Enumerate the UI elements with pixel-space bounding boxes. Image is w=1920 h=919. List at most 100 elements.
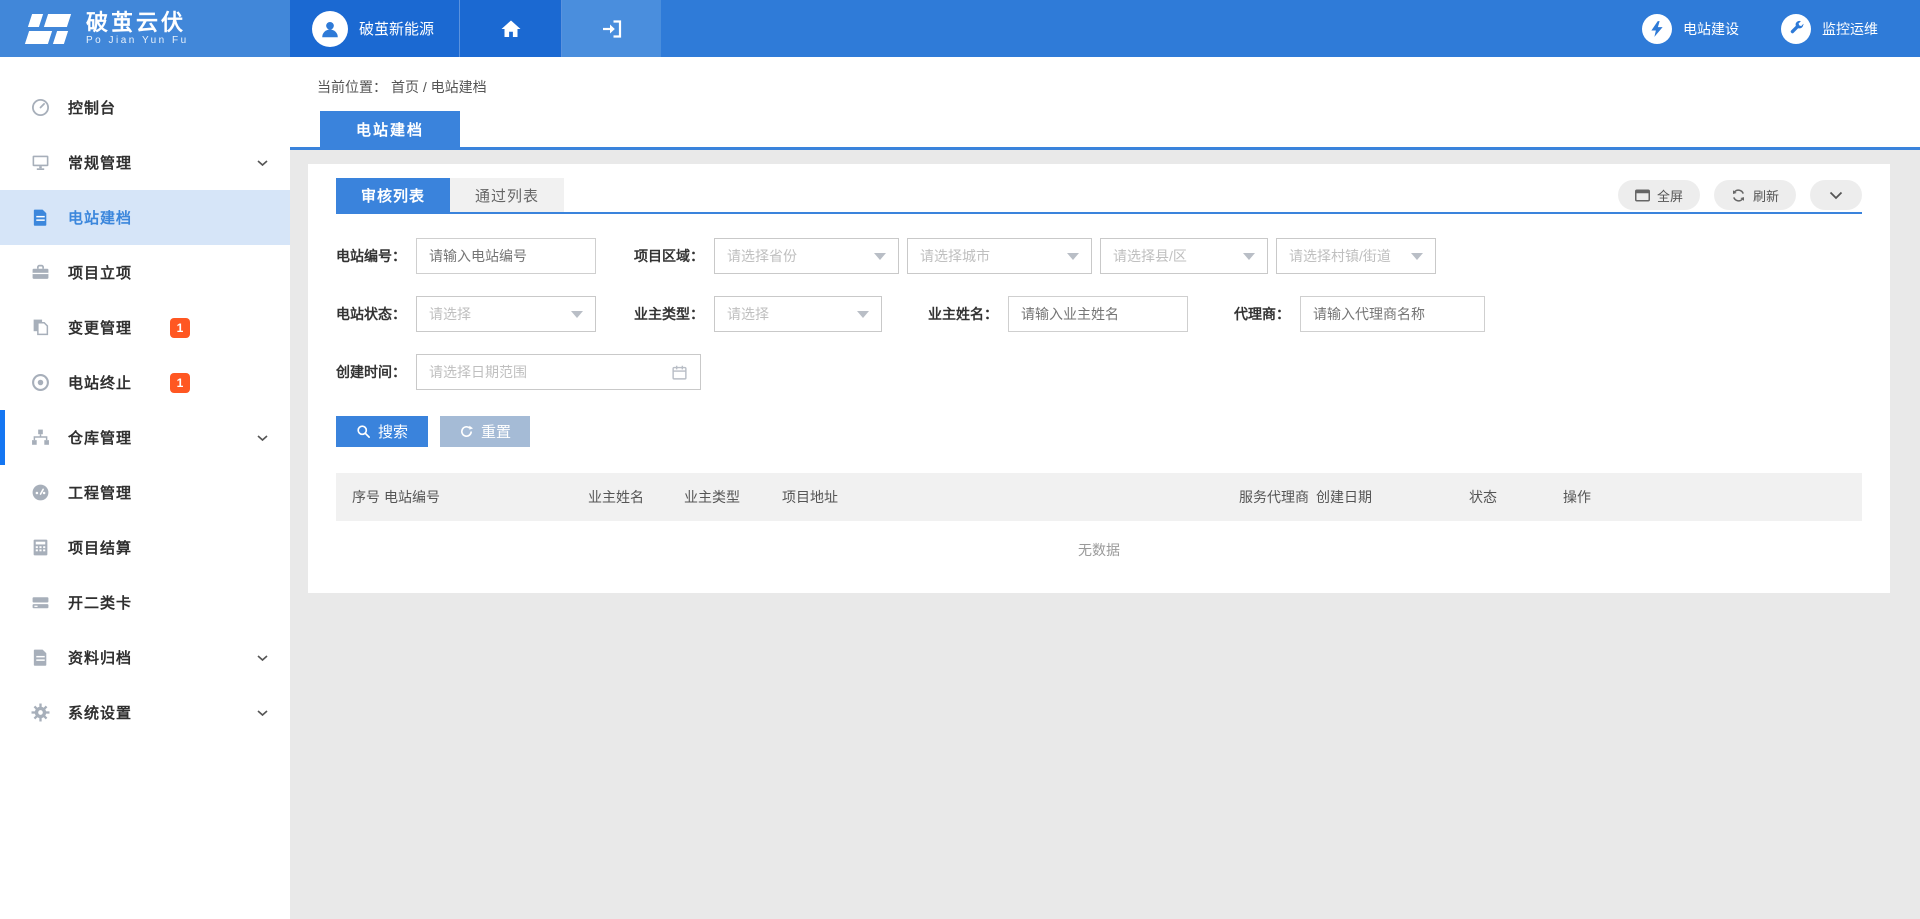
sidebar-item-station-archive[interactable]: 电站建档	[0, 190, 290, 245]
owner-name-input[interactable]	[1008, 296, 1188, 332]
sidebar-item-warehouse-mgmt[interactable]: 仓库管理	[0, 410, 290, 465]
user-menu[interactable]: 破茧新能源	[290, 0, 460, 57]
sidebar-item-engineering-mgmt[interactable]: 工程管理	[0, 465, 290, 520]
date-range-input[interactable]: 请选择日期范围	[416, 354, 701, 390]
top-bar: 破茧云伏 Po Jian Yun Fu 破茧新能源 电站建设 监控运维	[0, 0, 1920, 57]
dashboard-icon	[30, 98, 50, 118]
caret-down-icon	[857, 311, 869, 318]
active-indicator	[0, 410, 5, 465]
file-icon	[30, 648, 50, 668]
brand-name-cn: 破茧云伏	[86, 11, 189, 35]
col-index: 序号	[352, 487, 384, 507]
chevron-down-icon	[257, 709, 268, 716]
city-select[interactable]: 请选择城市	[907, 238, 1092, 274]
sidebar-item-project-initiation[interactable]: 项目立项 1	[0, 245, 290, 300]
sidebar-item-general-mgmt[interactable]: 常规管理	[0, 135, 290, 190]
breadcrumb-prefix: 当前位置：	[317, 79, 387, 95]
brand-logo: 破茧云伏 Po Jian Yun Fu	[0, 0, 290, 57]
fullscreen-icon	[1635, 189, 1650, 202]
empty-state: 无数据	[336, 521, 1862, 579]
document-icon	[30, 208, 50, 228]
town-select[interactable]: 请选择村镇/街道	[1276, 238, 1436, 274]
table-header: 序号 电站编号 业主姓名 业主类型 项目地址 服务代理商 创建日期 状态 操作	[336, 473, 1862, 521]
refresh-button[interactable]: 刷新	[1714, 180, 1796, 210]
calculator-icon	[30, 538, 50, 558]
wrench-icon	[1788, 20, 1805, 37]
created-time-label: 创建时间：	[336, 362, 406, 382]
nav-monitor-ops[interactable]: 监控运维	[1781, 14, 1878, 44]
search-button[interactable]: 搜索	[336, 416, 428, 447]
caret-down-icon	[874, 253, 886, 260]
copy-icon	[30, 318, 50, 338]
col-actions: 操作	[1563, 487, 1862, 507]
col-created-date: 创建日期	[1316, 487, 1469, 507]
home-icon	[499, 17, 523, 41]
reset-button[interactable]: 重置	[440, 416, 530, 447]
search-icon	[356, 424, 371, 439]
tab-review-list[interactable]: 审核列表	[336, 178, 450, 212]
page-tab-station-archive[interactable]: 电站建档	[320, 111, 460, 147]
avatar	[312, 11, 348, 47]
sidebar-item-change-mgmt[interactable]: 变更管理 1	[0, 300, 290, 355]
logout-icon	[600, 17, 624, 41]
sidebar-item-station-termination[interactable]: 电站终止 1	[0, 355, 290, 410]
caret-down-icon	[571, 311, 583, 318]
owner-type-select[interactable]: 请选择	[714, 296, 882, 332]
sidebar-item-project-settlement[interactable]: 项目结算	[0, 520, 290, 575]
chevron-down-icon	[1829, 191, 1843, 200]
col-project-address: 项目地址	[782, 487, 1239, 507]
caret-down-icon	[1067, 253, 1079, 260]
col-status: 状态	[1469, 487, 1563, 507]
chevron-down-icon	[257, 654, 268, 661]
sidebar: 控制台 常规管理 电站建档 项目立项 1	[0, 57, 290, 919]
region-label: 项目区域：	[634, 246, 704, 266]
col-service-agent: 服务代理商	[1239, 487, 1316, 507]
sidebar-item-open-card[interactable]: 开二类卡	[0, 575, 290, 630]
chevron-down-icon	[257, 434, 268, 441]
col-owner-type: 业主类型	[684, 487, 782, 507]
owner-name-label: 业主姓名：	[928, 304, 998, 324]
sidebar-item-console[interactable]: 控制台	[0, 80, 290, 135]
breadcrumb-strip: 当前位置：首页 / 电站建档 电站建档	[290, 57, 1920, 150]
nav-station-build-label: 电站建设	[1683, 19, 1739, 39]
collapse-button[interactable]	[1810, 180, 1862, 210]
col-owner-name: 业主姓名	[588, 487, 684, 507]
province-select[interactable]: 请选择省份	[714, 238, 899, 274]
fullscreen-button[interactable]: 全屏	[1618, 180, 1700, 210]
badge: 1	[170, 373, 190, 393]
lightning-icon	[1648, 20, 1666, 38]
calendar-icon	[671, 364, 688, 381]
user-icon	[319, 18, 341, 40]
county-select[interactable]: 请选择县/区	[1100, 238, 1268, 274]
logout-button[interactable]	[562, 0, 661, 57]
agent-label: 代理商：	[1234, 304, 1290, 324]
sidebar-item-data-archive[interactable]: 资料归档	[0, 630, 290, 685]
company-name: 破茧新能源	[359, 18, 434, 39]
content-panel: 审核列表 通过列表 全屏 刷新	[308, 164, 1890, 593]
target-icon	[30, 373, 50, 393]
station-no-input[interactable]	[416, 238, 596, 274]
speedometer-icon	[30, 483, 50, 503]
card-icon	[30, 593, 50, 613]
station-status-select[interactable]: 请选择	[416, 296, 596, 332]
station-no-label: 电站编号：	[336, 246, 406, 266]
briefcase-icon	[30, 263, 50, 283]
monitor-icon	[30, 153, 50, 173]
sitemap-icon	[30, 428, 50, 448]
reset-icon	[459, 424, 474, 439]
sidebar-item-system-settings[interactable]: 系统设置	[0, 685, 290, 740]
home-button[interactable]	[460, 0, 562, 57]
tab-passed-list[interactable]: 通过列表	[450, 178, 564, 212]
breadcrumb-path[interactable]: 首页 / 电站建档	[391, 79, 487, 95]
agent-input[interactable]	[1300, 296, 1485, 332]
caret-down-icon	[1243, 253, 1255, 260]
caret-down-icon	[1411, 253, 1423, 260]
nav-station-build[interactable]: 电站建设	[1642, 14, 1739, 44]
brand-name-en: Po Jian Yun Fu	[86, 35, 189, 46]
chevron-down-icon	[257, 159, 268, 166]
nav-monitor-ops-label: 监控运维	[1822, 19, 1878, 39]
gear-icon	[30, 703, 50, 723]
refresh-icon	[1731, 188, 1746, 203]
col-station-no: 电站编号	[384, 487, 588, 507]
filter-form: 电站编号： 项目区域： 请选择省份 请选择城市 请选择县/区 请选择村镇/街道	[336, 214, 1862, 447]
